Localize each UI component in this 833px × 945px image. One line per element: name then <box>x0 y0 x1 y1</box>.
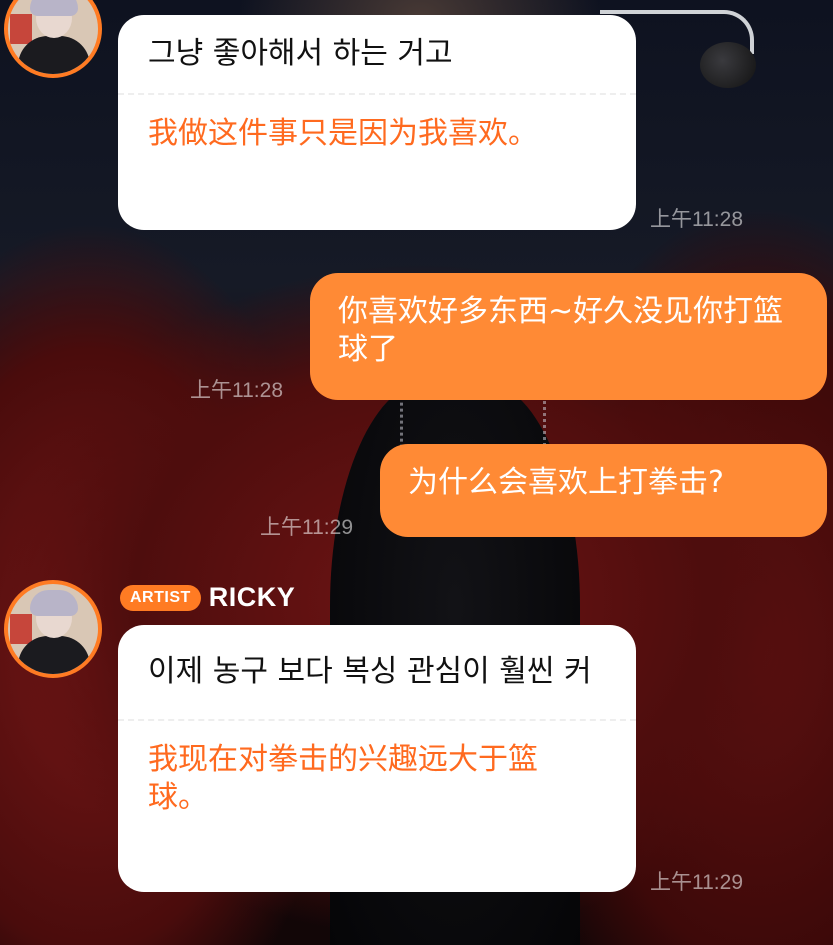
artist-avatar[interactable] <box>4 580 102 678</box>
background-mic <box>700 42 756 88</box>
incoming-message-bubble[interactable]: 이제 농구 보다 복싱 관심이 훨씬 커 我现在对拳击的兴趣远大于篮球。 <box>118 625 636 892</box>
outgoing-message-bubble[interactable]: 你喜欢好多东西~好久没见你打篮球了 <box>310 273 827 400</box>
avatar-body <box>18 36 90 74</box>
message-korean-text: 그냥 좋아해서 하는 거고 <box>148 36 453 71</box>
translation-divider <box>118 93 636 95</box>
avatar-hair <box>30 590 78 616</box>
message-translation-text: 我现在对拳击的兴趣远大于篮球。 <box>148 742 538 815</box>
sender-header: ARTIST RICKY <box>120 582 295 613</box>
artist-badge: ARTIST <box>120 584 201 611</box>
message-timestamp: 上午11:29 <box>650 871 743 894</box>
avatar-hair <box>30 0 78 16</box>
message-timestamp: 上午11:29 <box>260 516 353 539</box>
message-translation-text: 我做这件事只是因为我喜欢。 <box>148 116 538 151</box>
avatar-sign <box>10 14 32 44</box>
message-timestamp: 上午11:28 <box>190 379 283 402</box>
translation-divider <box>118 719 636 721</box>
message-korean-text: 이제 농구 보다 복싱 관심이 훨씬 커 <box>148 654 592 689</box>
message-text: 为什么会喜欢上打拳击? <box>408 465 724 500</box>
avatar-sign <box>10 614 32 644</box>
message-timestamp: 上午11:28 <box>650 208 743 231</box>
message-text: 你喜欢好多东西~好久没见你打篮球了 <box>338 294 784 367</box>
incoming-message-bubble[interactable]: 그냥 좋아해서 하는 거고 我做这件事只是因为我喜欢。 <box>118 15 636 230</box>
outgoing-message-bubble[interactable]: 为什么会喜欢上打拳击? <box>380 444 827 537</box>
artist-avatar[interactable] <box>4 0 102 78</box>
avatar-body <box>18 636 90 674</box>
sender-name[interactable]: RICKY <box>209 582 296 613</box>
